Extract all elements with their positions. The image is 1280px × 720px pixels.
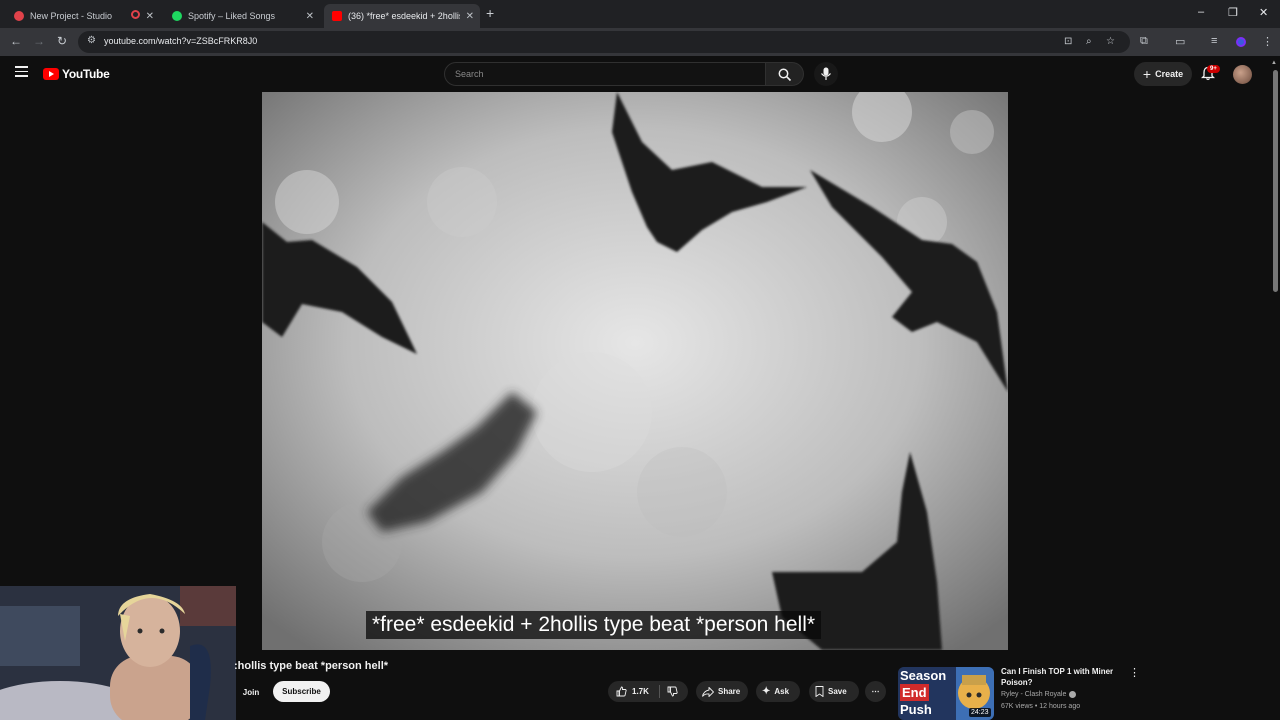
create-button[interactable]: + Create	[1134, 62, 1192, 86]
webcam-person-image	[0, 586, 236, 720]
close-window-button[interactable]: ✕	[1259, 6, 1268, 19]
spotify-favicon-icon	[172, 11, 182, 21]
tab-studio[interactable]: New Project - Studio ✕	[6, 4, 160, 28]
create-label: Create	[1155, 69, 1184, 79]
page-scrollbar-thumb[interactable]	[1273, 70, 1278, 292]
browser-tab-bar: New Project - Studio ✕ Spotify – Liked S…	[0, 0, 1280, 28]
dislike-button[interactable]	[660, 686, 682, 697]
close-tab-icon[interactable]: ✕	[466, 11, 474, 22]
tab-spotify[interactable]: Spotify – Liked Songs ✕	[164, 4, 320, 28]
reload-icon[interactable]: ↻	[57, 34, 67, 48]
ask-button[interactable]: ✦ Ask	[756, 681, 800, 702]
plus-icon: +	[1142, 66, 1152, 82]
notification-badge: 9+	[1207, 65, 1220, 73]
save-label: Save	[828, 687, 847, 696]
youtube-play-icon	[43, 68, 59, 80]
search-button[interactable]	[766, 62, 804, 86]
thumbs-down-icon	[667, 686, 678, 697]
youtube-logo[interactable]: YouTube	[43, 67, 110, 81]
microphone-icon	[821, 67, 831, 80]
address-bar[interactable]: ⚙ youtube.com/watch?v=ZSBcFRKR8J0 ⊡ ⌕ ☆	[78, 31, 1130, 53]
browser-toolbar: ← → ↻ ⚙ youtube.com/watch?v=ZSBcFRKR8J0 …	[0, 28, 1280, 56]
thumbs-up-icon	[616, 686, 627, 697]
recommendation-meta: 67K views • 12 hours ago	[1001, 703, 1081, 710]
recommendation-title[interactable]: Can I Finish TOP 1 with Miner Poison?	[1001, 666, 1123, 688]
studio-favicon-icon	[14, 11, 24, 21]
browser-menu-icon[interactable]: ⋮	[1262, 35, 1273, 48]
thumbnail-text: Season End Push	[900, 668, 947, 717]
close-tab-icon[interactable]: ✕	[306, 11, 314, 22]
youtube-favicon-icon	[332, 11, 342, 21]
url-text[interactable]: youtube.com/watch?v=ZSBcFRKR8J0	[104, 36, 257, 46]
avatar[interactable]	[1233, 65, 1252, 84]
webcam-overlay	[0, 586, 236, 720]
video-duration: 24:23	[969, 708, 991, 717]
new-tab-button[interactable]: +	[486, 5, 494, 21]
tab-youtube[interactable]: (36) *free* esdeekid + 2hollis ty ✕	[324, 4, 480, 28]
join-button[interactable]: Join	[238, 682, 264, 702]
share-arrow-icon	[702, 686, 714, 697]
search-icon	[778, 68, 792, 82]
save-button[interactable]: Save	[809, 681, 859, 702]
voice-search-button[interactable]	[814, 62, 838, 86]
tab-title: (36) *free* esdeekid + 2hollis ty	[348, 11, 460, 21]
bookmark-icon	[815, 686, 824, 697]
verified-badge-icon	[1069, 691, 1077, 698]
hamburger-menu-icon[interactable]	[15, 66, 28, 80]
zoom-icon[interactable]: ⌕	[1086, 36, 1092, 47]
like-count: 1.7K	[632, 687, 649, 696]
tab-title: New Project - Studio	[30, 11, 113, 21]
like-button[interactable]: 1.7K	[608, 685, 660, 698]
more-actions-button[interactable]: ⋯	[865, 681, 886, 702]
video-player[interactable]	[262, 92, 1008, 650]
subscribe-button[interactable]: Subscribe	[273, 681, 330, 702]
channel-name: Ryley - Clash Royale	[1001, 691, 1067, 698]
back-arrow-icon[interactable]: ←	[10, 34, 22, 48]
maximize-button[interactable]: ❐	[1228, 6, 1238, 19]
search-box[interactable]	[444, 62, 766, 86]
recommendation-channel[interactable]: Ryley - Clash Royale	[1001, 691, 1077, 698]
install-app-icon[interactable]: ⊡	[1064, 36, 1072, 47]
profile-icon[interactable]	[1236, 37, 1246, 47]
site-info-icon[interactable]: ⚙	[87, 35, 96, 46]
video-caption: *free* esdeekid + 2hollis type beat *per…	[366, 611, 822, 639]
close-tab-icon[interactable]: ✕	[146, 11, 154, 22]
side-panel-icon[interactable]: ▭	[1175, 35, 1185, 48]
recommendation-menu-icon[interactable]: ⋮	[1129, 666, 1140, 679]
share-button[interactable]: Share	[696, 681, 748, 702]
recording-icon	[131, 10, 140, 19]
media-controls-icon[interactable]: ≡	[1211, 35, 1217, 47]
scroll-up-arrow-icon[interactable]: ▲	[1271, 60, 1277, 66]
youtube-wordmark: YouTube	[62, 67, 110, 81]
forward-arrow-icon[interactable]: →	[33, 34, 45, 48]
video-frame-birds	[262, 92, 1008, 650]
sparkle-icon: ✦	[762, 686, 771, 697]
extensions-icon[interactable]: ⧉	[1140, 35, 1148, 48]
search-input[interactable]	[455, 69, 745, 79]
bookmark-star-icon[interactable]: ☆	[1106, 36, 1115, 47]
video-title: :hollis type beat *person hell*	[234, 660, 389, 672]
youtube-header: YouTube + Create 9+	[0, 56, 1280, 92]
tab-title: Spotify – Liked Songs	[188, 11, 276, 21]
share-label: Share	[718, 687, 741, 696]
like-dislike-group: 1.7K	[608, 681, 688, 702]
ask-label: Ask	[774, 687, 790, 696]
minimize-button[interactable]: –	[1198, 6, 1204, 18]
